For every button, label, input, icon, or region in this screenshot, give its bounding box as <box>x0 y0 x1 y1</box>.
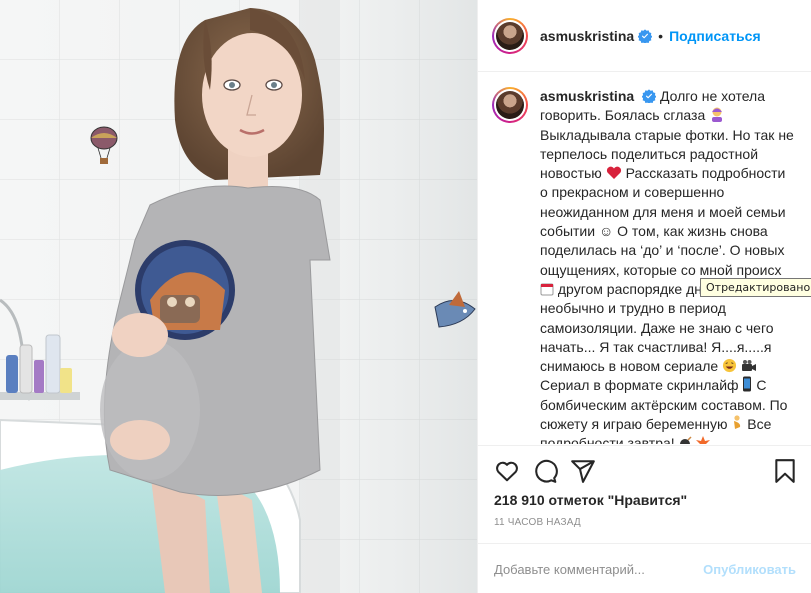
caption-line: другом распорядке дня <box>557 280 710 297</box>
laughing-emoji-icon <box>723 359 737 373</box>
photo-illustration <box>0 0 477 593</box>
bookmark-icon[interactable] <box>772 458 798 484</box>
caption-username[interactable]: asmuskristina <box>540 88 634 104</box>
avatar[interactable] <box>492 17 528 54</box>
caption-area: asmuskristina Долго не хотела говорить. … <box>478 73 811 444</box>
post-timestamp[interactable]: 11 ЧАСОВ НАЗАД <box>494 517 581 528</box>
mobile-phone-icon <box>743 376 752 392</box>
share-icon[interactable] <box>570 458 596 484</box>
caption-text: asmuskristina Долго не хотела говорить. … <box>540 87 796 444</box>
post-header: asmuskristina • Подписаться <box>478 0 811 72</box>
caption-line: Рассказать подробности о прекрасном и со… <box>540 165 786 278</box>
comment-input[interactable] <box>494 562 704 577</box>
caption-line: Сериал в формате скринлайф <box>540 377 739 394</box>
verified-badge-icon <box>642 89 657 103</box>
pregnant-woman-icon <box>734 415 741 430</box>
movie-camera-icon <box>742 360 756 372</box>
verified-badge-icon <box>638 28 653 43</box>
woman-shrugging-icon <box>712 107 723 123</box>
comment-form: Опубликовать <box>478 543 811 593</box>
username[interactable]: asmuskristina <box>540 28 634 44</box>
caption-avatar[interactable] <box>492 87 528 123</box>
calendar-emoji-icon <box>540 283 554 296</box>
heart-emoji-icon <box>606 166 621 180</box>
follow-button[interactable]: Подписаться <box>669 28 761 44</box>
bomb-emoji-icon <box>679 436 692 444</box>
action-bar: 218 910 отметок "Нравится" 11 ЧАСОВ НАЗА… <box>478 445 811 593</box>
edited-tooltip: Отредактировано <box>700 278 811 297</box>
action-icons <box>494 458 798 484</box>
post-photo[interactable] <box>0 0 477 593</box>
publish-button[interactable]: Опубликовать <box>703 562 796 577</box>
separator-dot: • <box>658 27 664 44</box>
explosion-emoji-icon <box>696 436 711 444</box>
comment-icon[interactable] <box>532 458 558 484</box>
likes-count[interactable]: 218 910 отметок "Нравится" <box>494 492 687 508</box>
heart-icon[interactable] <box>494 458 520 484</box>
